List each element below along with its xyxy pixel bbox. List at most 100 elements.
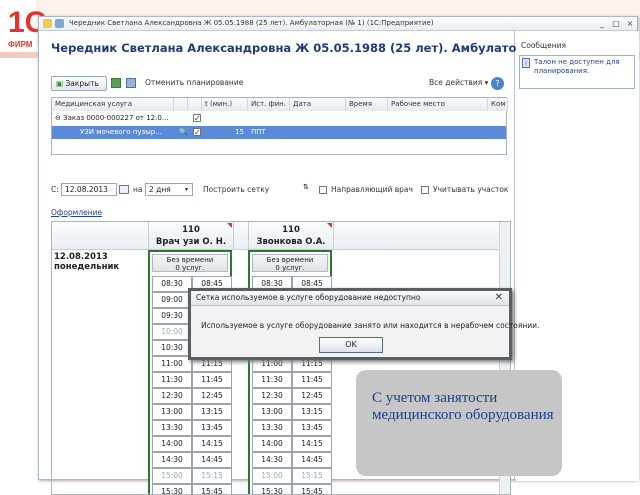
calendar-icon[interactable]	[119, 185, 129, 194]
time-slot[interactable]: 14:30	[252, 452, 292, 468]
column-header-date[interactable]: Дата	[290, 98, 346, 111]
maximize-button[interactable]: □	[609, 18, 623, 29]
window-titlebar: Чередник Светлана Александровна Ж 05.05.…	[39, 17, 637, 31]
column-header-time[interactable]: Время	[346, 98, 388, 111]
logo-caption: ФИРМ	[8, 40, 33, 49]
cancel-planning-link[interactable]: Отменить планирование	[145, 78, 243, 87]
row-checkbox[interactable]	[190, 112, 202, 125]
time-slot[interactable]: 13:30	[152, 420, 192, 436]
services-count: 0 услуг.	[175, 264, 205, 272]
build-grid-link[interactable]: Построить сетку	[203, 185, 269, 194]
time-slot[interactable]: 12:30	[252, 388, 292, 404]
close-window-button[interactable]: ×	[623, 18, 637, 29]
time-slot[interactable]: 15:00	[252, 468, 292, 484]
services-table: Медицинская услуга t (мин.) Ист. фин. Да…	[51, 97, 508, 155]
callout-text: С учетом занятости медицинского оборудов…	[372, 390, 554, 423]
doctor-name: Звонкова О.А.	[256, 237, 326, 247]
time-slot[interactable]: 11:30	[152, 372, 192, 388]
referring-label: Направляющий врач	[331, 185, 413, 194]
time-slot[interactable]: 13:15	[292, 404, 332, 420]
time-slot[interactable]: 12:45	[192, 388, 232, 404]
referring-checkbox[interactable]	[319, 185, 327, 194]
column-header-fin[interactable]: Ист. фин.	[248, 98, 290, 111]
minimize-button[interactable]: _	[595, 18, 609, 29]
doctor-column: Без времени 0 услуг. 08:3008:4509:0009:1…	[148, 250, 232, 494]
doctor-header[interactable]: 110 Врач узи О. Н.	[148, 222, 234, 250]
checkbox-checked-icon	[193, 126, 201, 139]
no-time-label: Без времени	[166, 256, 214, 264]
time-slot[interactable]: 14:00	[252, 436, 292, 452]
messages-title: Сообщения	[521, 41, 567, 50]
time-slot[interactable]: 14:00	[152, 436, 192, 452]
time-slot[interactable]: 12:45	[292, 388, 332, 404]
window-title: Чередник Светлана Александровна Ж 05.05.…	[69, 19, 434, 27]
message-item[interactable]: i Талон не доступен для планирования.	[519, 55, 635, 89]
schedule-date-value: 12.08.2013	[54, 252, 108, 262]
form-heading: Чередник Светлана Александровна Ж 05.05.…	[51, 41, 565, 55]
time-slot[interactable]: 14:30	[152, 452, 192, 468]
column-header-place[interactable]: Рабочее место	[388, 98, 488, 111]
warning-dialog: Сетка используемое в услуге оборудование…	[188, 288, 539, 360]
time-slot[interactable]: 15:45	[292, 484, 332, 494]
dropdown-arrow-icon[interactable]: ▾	[185, 186, 188, 193]
search-icon[interactable]: 🔍	[176, 126, 188, 139]
ok-button[interactable]: OK	[319, 337, 383, 353]
time-slot[interactable]: 11:30	[252, 372, 292, 388]
no-time-button[interactable]: Без времени 0 услуг.	[152, 254, 228, 272]
time-slot[interactable]: 13:45	[292, 420, 332, 436]
date-input[interactable]: 12.08.2013	[61, 183, 117, 196]
time-slot[interactable]: 15:45	[192, 484, 232, 494]
time-slot[interactable]: 13:00	[252, 404, 292, 420]
time-slot[interactable]: 11:45	[292, 372, 332, 388]
time-slot[interactable]: 13:45	[192, 420, 232, 436]
time-slot[interactable]: 15:15	[292, 468, 332, 484]
column-header-minutes[interactable]: t (мин.)	[202, 98, 248, 111]
checkbox-empty-icon	[421, 185, 429, 194]
time-slot[interactable]: 09:30	[152, 308, 192, 324]
column-header-check[interactable]	[188, 98, 202, 111]
time-slot[interactable]: 11:45	[192, 372, 232, 388]
help-icon[interactable]: ?	[491, 77, 504, 90]
column-header-service[interactable]: Медицинская услуга	[52, 98, 174, 111]
message-text: Талон не доступен для планирования.	[534, 58, 620, 75]
close-check-icon: ▣	[56, 79, 64, 88]
refresh-icon[interactable]	[111, 78, 121, 88]
time-slot[interactable]: 13:30	[252, 420, 292, 436]
time-slot[interactable]: 08:30	[152, 276, 192, 292]
time-slot[interactable]: 12:30	[152, 388, 192, 404]
time-slot[interactable]: 15:15	[192, 468, 232, 484]
doctor-room: 110	[282, 225, 300, 235]
star-icon[interactable]	[55, 19, 64, 28]
table-row-selected[interactable]: УЗИ мочевого пузыр... 🔍 15 ППТ	[52, 126, 506, 139]
doctor-header[interactable]: 110 Звонкова О.А.	[248, 222, 334, 250]
time-slot[interactable]: 10:30	[152, 340, 192, 356]
time-slot[interactable]: 13:00	[152, 404, 192, 420]
row-checkbox[interactable]	[190, 126, 202, 139]
time-slot[interactable]: 15:30	[252, 484, 292, 494]
time-slot[interactable]: 11:00	[152, 356, 192, 372]
time-slot[interactable]: 09:00	[152, 292, 192, 308]
table-row[interactable]: ⊖ Заказ 0000-000227 от 12.0...	[52, 112, 506, 125]
time-slot[interactable]: 14:15	[192, 436, 232, 452]
design-link[interactable]: Оформление	[51, 208, 102, 217]
move-arrows-icon[interactable]: ⇅	[303, 183, 309, 191]
all-actions-menu[interactable]: Все действия ▾	[429, 78, 488, 87]
time-slot[interactable]: 14:45	[192, 452, 232, 468]
time-slot[interactable]: 13:15	[192, 404, 232, 420]
row-service: ⊖ Заказ 0000-000227 от 12.0...	[55, 114, 169, 122]
row-fin: ППТ	[251, 128, 266, 136]
time-slot[interactable]: 15:00	[152, 468, 192, 484]
time-slot[interactable]: 14:45	[292, 452, 332, 468]
services-count: 0 услуг.	[275, 264, 305, 272]
time-slot[interactable]: 15:30	[152, 484, 192, 494]
table-icon[interactable]	[126, 78, 136, 88]
column-header-comment[interactable]: Ком	[488, 98, 508, 111]
close-form-button[interactable]: ▣ Закрыть	[51, 76, 107, 91]
from-label: С:	[51, 185, 59, 194]
column-header-extra[interactable]	[174, 98, 188, 111]
time-slot[interactable]: 10:00	[152, 324, 192, 340]
no-time-button[interactable]: Без времени 0 услуг.	[252, 254, 328, 272]
dialog-close-button[interactable]: ✕	[495, 292, 503, 304]
time-slot[interactable]: 14:15	[292, 436, 332, 452]
area-checkbox[interactable]	[421, 185, 429, 194]
